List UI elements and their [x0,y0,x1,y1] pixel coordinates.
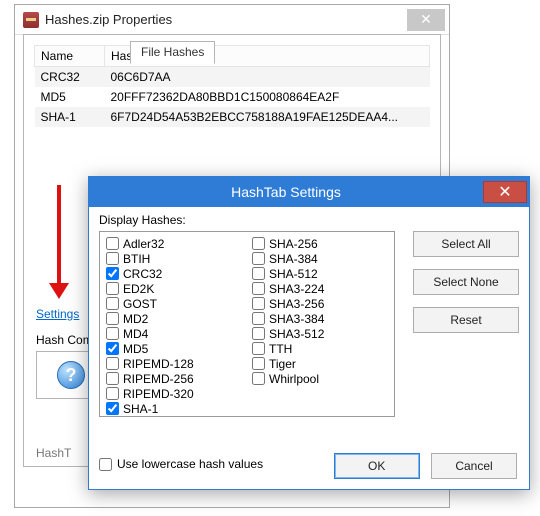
hash-option-label: Adler32 [123,237,164,251]
table-row[interactable]: MD520FFF72362DA80BBD1C150080864EA2F [35,87,430,107]
hash-checkbox[interactable] [252,267,265,280]
hash-checkbox[interactable] [252,252,265,265]
hash-option-sha-256[interactable]: SHA-256 [252,236,392,251]
hash-checkbox[interactable] [252,297,265,310]
hash-option-label: SHA-512 [269,267,318,281]
hash-checkbox[interactable] [106,237,119,250]
annotation-arrow [50,185,70,305]
lowercase-label: Use lowercase hash values [117,457,263,471]
hash-option-label: SHA-384 [269,252,318,266]
hash-option-label: Tiger [269,357,296,371]
hash-checkbox[interactable] [106,267,119,280]
ok-button[interactable]: OK [334,453,420,479]
hash-option-ripemd-128[interactable]: RIPEMD-128 [106,356,246,371]
hash-option-adler32[interactable]: Adler32 [106,236,246,251]
hash-option-sha3-384[interactable]: SHA3-384 [252,311,392,326]
hash-option-label: SHA-1 [123,402,158,416]
hash-option-label: MD5 [123,342,148,356]
hash-option-ed2k[interactable]: ED2K [106,281,246,296]
help-icon[interactable]: ? [57,361,85,389]
hash-checkbox[interactable] [106,372,119,385]
properties-titlebar[interactable]: Hashes.zip Properties ✕ [15,5,449,35]
hash-option-sha-1[interactable]: SHA-1 [106,401,246,416]
hash-option-label: SHA3-512 [269,327,324,341]
settings-title: HashTab Settings [89,184,483,200]
col-name[interactable]: Name [35,46,105,67]
hash-checkbox[interactable] [106,357,119,370]
hash-checkbox[interactable] [106,342,119,355]
hash-checkbox[interactable] [106,327,119,340]
hash-option-tth[interactable]: TTH [252,341,392,356]
hash-option-label: SHA-256 [269,237,318,251]
hash-checkbox[interactable] [252,342,265,355]
hashtab-settings-dialog: HashTab Settings ✕ Display Hashes: Adler… [88,176,530,490]
hash-option-label: SHA3-224 [269,282,324,296]
hash-option-sha3-256[interactable]: SHA3-256 [252,296,392,311]
settings-dialog-buttons: OK Cancel [326,453,517,479]
settings-close-button[interactable]: ✕ [483,181,527,203]
hash-option-sha3-512[interactable]: SHA3-512 [252,326,392,341]
hash-checkbox[interactable] [106,312,119,325]
hash-option-gost[interactable]: GOST [106,296,246,311]
hash-option-md5[interactable]: MD5 [106,341,246,356]
hash-algorithms-list: Adler32BTIHCRC32ED2KGOSTMD2MD4MD5RIPEMD-… [99,231,395,417]
hash-table: Name Hash Value CRC3206C6D7AA MD520FFF72… [34,45,430,127]
properties-title: Hashes.zip Properties [45,12,407,27]
hash-option-label: MD2 [123,312,148,326]
table-row[interactable]: CRC3206C6D7AA [35,67,430,88]
hash-option-label: SHA3-256 [269,297,324,311]
hash-option-label: BTIH [123,252,150,266]
select-all-button[interactable]: Select All [413,231,519,257]
settings-side-buttons: Select All Select None Reset [413,231,519,345]
select-none-button[interactable]: Select None [413,269,519,295]
hash-option-btih[interactable]: BTIH [106,251,246,266]
hash-checkbox[interactable] [252,282,265,295]
hash-option-sha-512[interactable]: SHA-512 [252,266,392,281]
table-row[interactable]: SHA-16F7D24D54A53B2EBCC758188A19FAE125DE… [35,107,430,127]
hashtab-footer-text: HashT [36,446,71,460]
hash-option-sha-384[interactable]: SHA-384 [252,251,392,266]
hash-option-label: MD4 [123,327,148,341]
lowercase-checkbox[interactable] [99,458,112,471]
hash-option-label: RIPEMD-128 [123,357,194,371]
display-hashes-label: Display Hashes: [99,213,186,227]
hash-checkbox[interactable] [252,357,265,370]
properties-close-button[interactable]: ✕ [407,9,445,31]
settings-body: Display Hashes: Adler32BTIHCRC32ED2KGOST… [99,213,519,445]
hash-option-whirlpool[interactable]: Whirlpool [252,371,392,386]
reset-button[interactable]: Reset [413,307,519,333]
hash-checkbox[interactable] [252,312,265,325]
hash-option-tiger[interactable]: Tiger [252,356,392,371]
hash-option-label: RIPEMD-320 [123,387,194,401]
settings-titlebar[interactable]: HashTab Settings ✕ [89,177,529,207]
hash-option-label: TTH [269,342,292,356]
cancel-button[interactable]: Cancel [431,453,517,479]
hash-checkbox[interactable] [106,402,119,415]
hash-option-label: ED2K [123,282,154,296]
hash-checkbox[interactable] [106,387,119,400]
hash-checkbox[interactable] [106,252,119,265]
hash-checkbox[interactable] [252,327,265,340]
hash-checkbox[interactable] [106,282,119,295]
archive-icon [23,12,39,28]
hash-option-sha3-224[interactable]: SHA3-224 [252,281,392,296]
hash-checkbox[interactable] [252,372,265,385]
close-icon: ✕ [498,182,511,202]
hash-option-label: Whirlpool [269,372,319,386]
hash-option-label: GOST [123,297,157,311]
hash-option-md4[interactable]: MD4 [106,326,246,341]
hash-option-ripemd-256[interactable]: RIPEMD-256 [106,371,246,386]
lowercase-option[interactable]: Use lowercase hash values [99,457,263,471]
hash-checkbox[interactable] [252,237,265,250]
hash-option-label: RIPEMD-256 [123,372,194,386]
hash-option-label: SHA3-384 [269,312,324,326]
hash-option-crc32[interactable]: CRC32 [106,266,246,281]
close-icon: ✕ [420,11,432,28]
tab-file-hashes[interactable]: File Hashes [130,41,215,64]
hash-checkbox[interactable] [106,297,119,310]
hash-option-md2[interactable]: MD2 [106,311,246,326]
settings-link[interactable]: Settings [36,307,79,321]
hash-option-label: CRC32 [123,267,162,281]
hash-option-ripemd-320[interactable]: RIPEMD-320 [106,386,246,401]
